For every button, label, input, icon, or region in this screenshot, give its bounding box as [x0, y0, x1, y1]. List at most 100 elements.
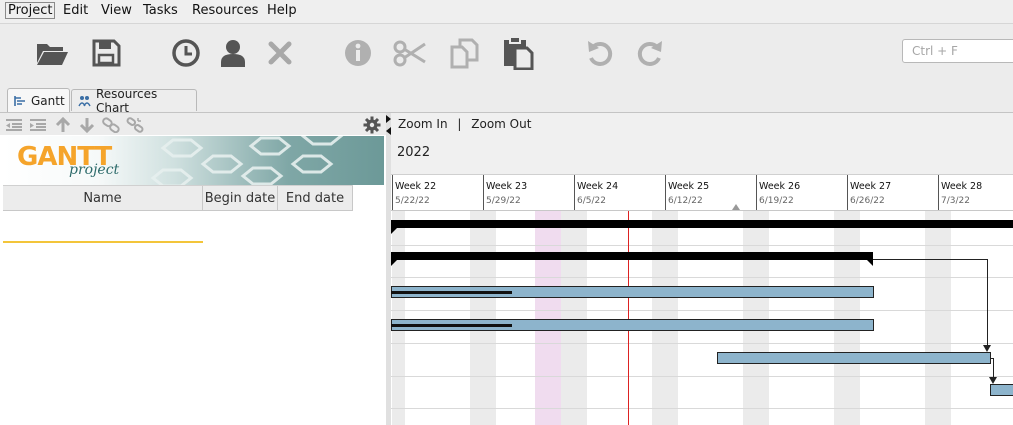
weekend-band: [743, 211, 769, 425]
weekend-band: [834, 211, 860, 425]
week-column: Week 26 6/19/22: [756, 175, 846, 210]
tab-resources-label: Resources Chart: [96, 86, 158, 115]
timeline-year: 2022: [397, 145, 431, 160]
main-toolbar: [0, 24, 1013, 86]
zoom-in-link[interactable]: Zoom In: [398, 117, 448, 131]
save-project-button[interactable]: [88, 36, 124, 70]
week-date: 5/22/22: [395, 196, 430, 206]
weekend-band: [561, 211, 587, 425]
indent-button[interactable]: [28, 116, 48, 133]
project-summary-bar[interactable]: [391, 220, 1013, 228]
redo-button[interactable]: [632, 36, 668, 70]
search-input[interactable]: [902, 39, 1013, 63]
user-icon: [221, 40, 245, 67]
move-down-button[interactable]: [77, 116, 97, 133]
cut-icon: [393, 40, 426, 67]
tree-toolbar: [0, 113, 386, 135]
paste-button[interactable]: [500, 36, 536, 70]
week-label: Week 24: [577, 181, 619, 192]
open-project-button[interactable]: [34, 36, 70, 70]
group-start-cap: [391, 258, 399, 266]
holiday-band: [535, 211, 561, 425]
week-label: Week 25: [668, 181, 710, 192]
view-tabs: Gantt Resources Chart: [0, 86, 1013, 115]
paste-icon: [504, 36, 534, 70]
column-begin-date[interactable]: Begin date: [203, 186, 278, 210]
menu-bar: Project Edit View Tasks Resources Help: [0, 0, 1013, 24]
weekend-band: [470, 211, 496, 425]
menu-edit[interactable]: Edit: [60, 3, 91, 18]
unlink-icon: [126, 116, 144, 133]
menu-view[interactable]: View: [98, 3, 135, 18]
gantt-chart: Zoom In | Zoom Out 2022 Week 22 5/22/22 W…: [391, 113, 1013, 425]
task-bar[interactable]: [990, 384, 1013, 396]
task-progress: [391, 291, 512, 294]
new-task-button[interactable]: [168, 36, 204, 70]
chart-grid: [391, 211, 1013, 425]
dependency-line: [993, 358, 994, 379]
outdent-button[interactable]: [4, 116, 24, 133]
week-label: Week 22: [395, 181, 437, 192]
week-column: Week 23 5/29/22: [483, 175, 573, 210]
unlink-button[interactable]: [125, 116, 145, 133]
chart-header: Zoom In | Zoom Out 2022: [391, 113, 1013, 175]
week-column: Week 27 6/26/22: [847, 175, 937, 210]
move-down-icon: [79, 117, 95, 133]
row-divider: [391, 408, 1013, 409]
menu-tasks[interactable]: Tasks: [140, 3, 181, 18]
properties-button[interactable]: [340, 36, 376, 70]
save-icon: [92, 39, 121, 67]
week-column: Week 22 5/22/22: [392, 175, 482, 210]
row-divider: [391, 343, 1013, 344]
gear-icon: [363, 116, 381, 133]
menu-project[interactable]: Project: [5, 2, 56, 19]
dependency-arrowhead: [989, 377, 997, 384]
week-date: 6/12/22: [668, 196, 703, 206]
copy-button[interactable]: [446, 36, 482, 70]
row-divider: [391, 277, 1013, 278]
zoom-out-link[interactable]: Zoom Out: [471, 117, 531, 131]
gantt-tab-icon: [14, 95, 26, 107]
new-resource-button[interactable]: [215, 36, 251, 70]
task-bar[interactable]: [717, 352, 991, 364]
column-end-date[interactable]: End date: [278, 186, 353, 210]
week-column: Week 25 6/12/22: [665, 175, 755, 210]
move-up-icon: [55, 116, 71, 132]
task-tree-panel: GANTT project Name Begin date End date: [0, 113, 387, 425]
tree-settings-button[interactable]: [362, 116, 382, 133]
row-divider: [391, 310, 1013, 311]
dependency-line: [987, 259, 988, 347]
delete-button[interactable]: [262, 36, 298, 70]
open-folder-icon: [37, 44, 68, 65]
tab-resources-chart[interactable]: Resources Chart: [71, 87, 197, 115]
move-up-button[interactable]: [53, 116, 73, 133]
dependency-arrowhead: [983, 345, 991, 352]
week-date: 7/3/22: [941, 196, 970, 206]
column-name[interactable]: Name: [3, 186, 203, 210]
menu-help[interactable]: Help: [264, 3, 300, 18]
week-date: 6/19/22: [759, 196, 794, 206]
link-button[interactable]: [101, 116, 121, 133]
ganttproject-logo: GANTT project: [3, 136, 384, 185]
link-icon: [102, 116, 120, 133]
menu-resources[interactable]: Resources: [189, 3, 261, 18]
undo-button[interactable]: [582, 36, 618, 70]
zoom-controls: Zoom In | Zoom Out: [398, 117, 531, 131]
weekend-band: [392, 211, 405, 425]
week-date: 6/26/22: [850, 196, 885, 206]
copy-icon: [450, 38, 479, 69]
week-date: 6/5/22: [577, 196, 606, 206]
cut-button[interactable]: [392, 36, 428, 70]
weekend-band: [925, 211, 951, 425]
redo-icon: [637, 41, 662, 66]
group-summary-bar[interactable]: [391, 252, 873, 260]
tab-gantt-label: Gantt: [31, 93, 65, 108]
week-column: Week 28 7/3/22: [938, 175, 1013, 210]
row-divider: [391, 245, 1013, 246]
week-label: Week 26: [759, 181, 801, 192]
dependency-line: [873, 259, 988, 260]
weekend-band: [652, 211, 678, 425]
week-label: Week 23: [486, 181, 528, 192]
tab-gantt[interactable]: Gantt: [7, 88, 70, 112]
week-column: Week 24 6/5/22: [574, 175, 664, 210]
